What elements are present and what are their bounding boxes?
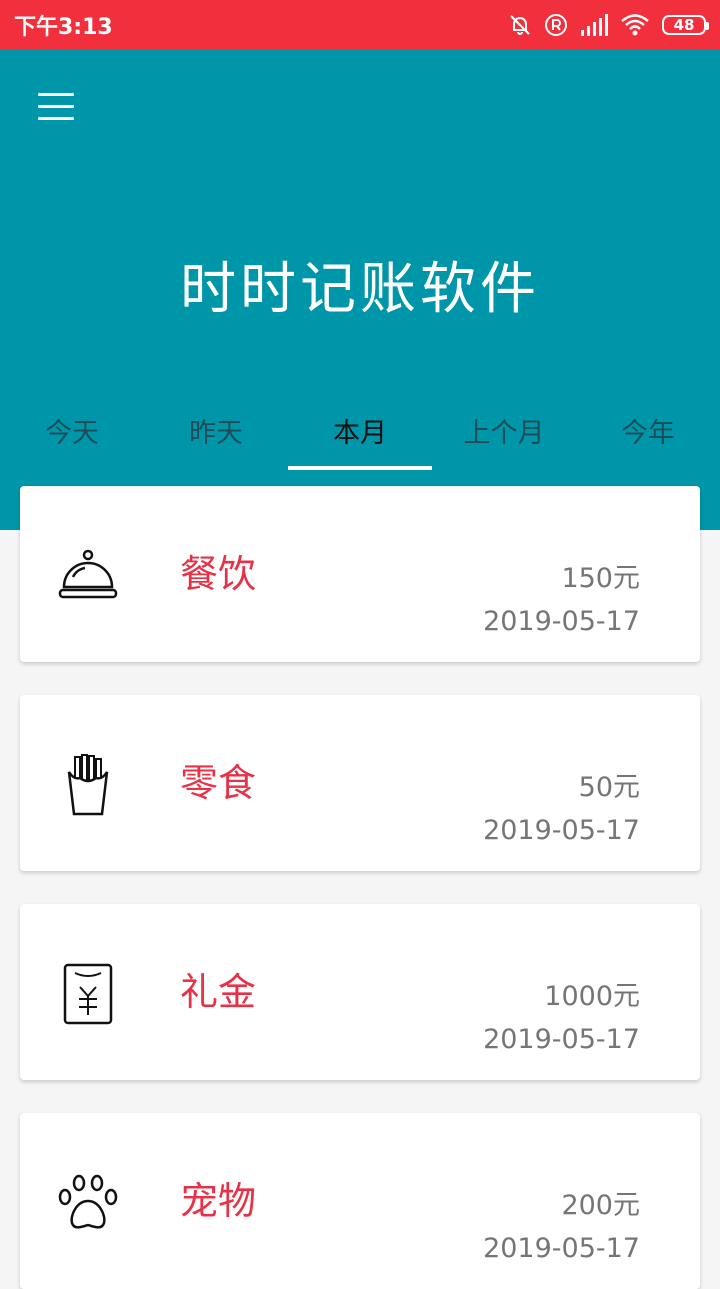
- wifi-icon: [621, 14, 649, 36]
- record-category: 礼金: [180, 970, 257, 1014]
- bell-off-icon: [510, 15, 530, 35]
- tab-last-month[interactable]: 上个月: [432, 390, 576, 470]
- record-amount: 150元: [561, 563, 640, 594]
- record-date: 2019-05-17: [483, 606, 640, 637]
- app-title: 时时记账软件: [180, 257, 540, 322]
- record-card[interactable]: 礼金 1000元 2019-05-17: [20, 904, 700, 1080]
- app-header: 时时记账软件 今天 昨天 本月 上个月 今年: [0, 50, 720, 530]
- record-card[interactable]: 零食 50元 2019-05-17: [20, 695, 700, 871]
- tab-this-year[interactable]: 今年: [576, 390, 720, 470]
- signal-icon: [581, 14, 608, 36]
- record-card[interactable]: 餐饮 150元 2019-05-17: [20, 486, 700, 662]
- period-tabs: 今天 昨天 本月 上个月 今年: [0, 390, 720, 470]
- registered-icon: [545, 14, 567, 36]
- record-card[interactable]: 宠物 200元 2019-05-17: [20, 1113, 700, 1289]
- record-date: 2019-05-17: [483, 1024, 640, 1055]
- record-category: 零食: [180, 761, 257, 805]
- menu-icon: [38, 92, 74, 96]
- tab-yesterday[interactable]: 昨天: [144, 390, 288, 470]
- red-envelope-icon: [56, 962, 120, 1026]
- fries-icon: [56, 753, 120, 817]
- record-amount: 1000元: [544, 981, 640, 1012]
- tab-today[interactable]: 今天: [0, 390, 144, 470]
- battery-icon: 48: [662, 15, 709, 35]
- record-amount: 50元: [578, 772, 640, 803]
- record-date: 2019-05-17: [483, 815, 640, 846]
- menu-button[interactable]: [30, 86, 82, 126]
- status-time: 下午3:13: [14, 15, 113, 40]
- record-date: 2019-05-17: [483, 1233, 640, 1264]
- status-icons: 48: [508, 13, 709, 37]
- paw-icon: [56, 1171, 120, 1235]
- record-amount: 200元: [561, 1190, 640, 1221]
- food-cloche-icon: [56, 544, 120, 608]
- record-category: 宠物: [180, 1179, 257, 1223]
- record-category: 餐饮: [180, 552, 257, 596]
- tab-this-month[interactable]: 本月: [288, 390, 432, 470]
- status-bar: 下午3:13 48: [0, 0, 720, 50]
- battery-level: 48: [673, 15, 695, 34]
